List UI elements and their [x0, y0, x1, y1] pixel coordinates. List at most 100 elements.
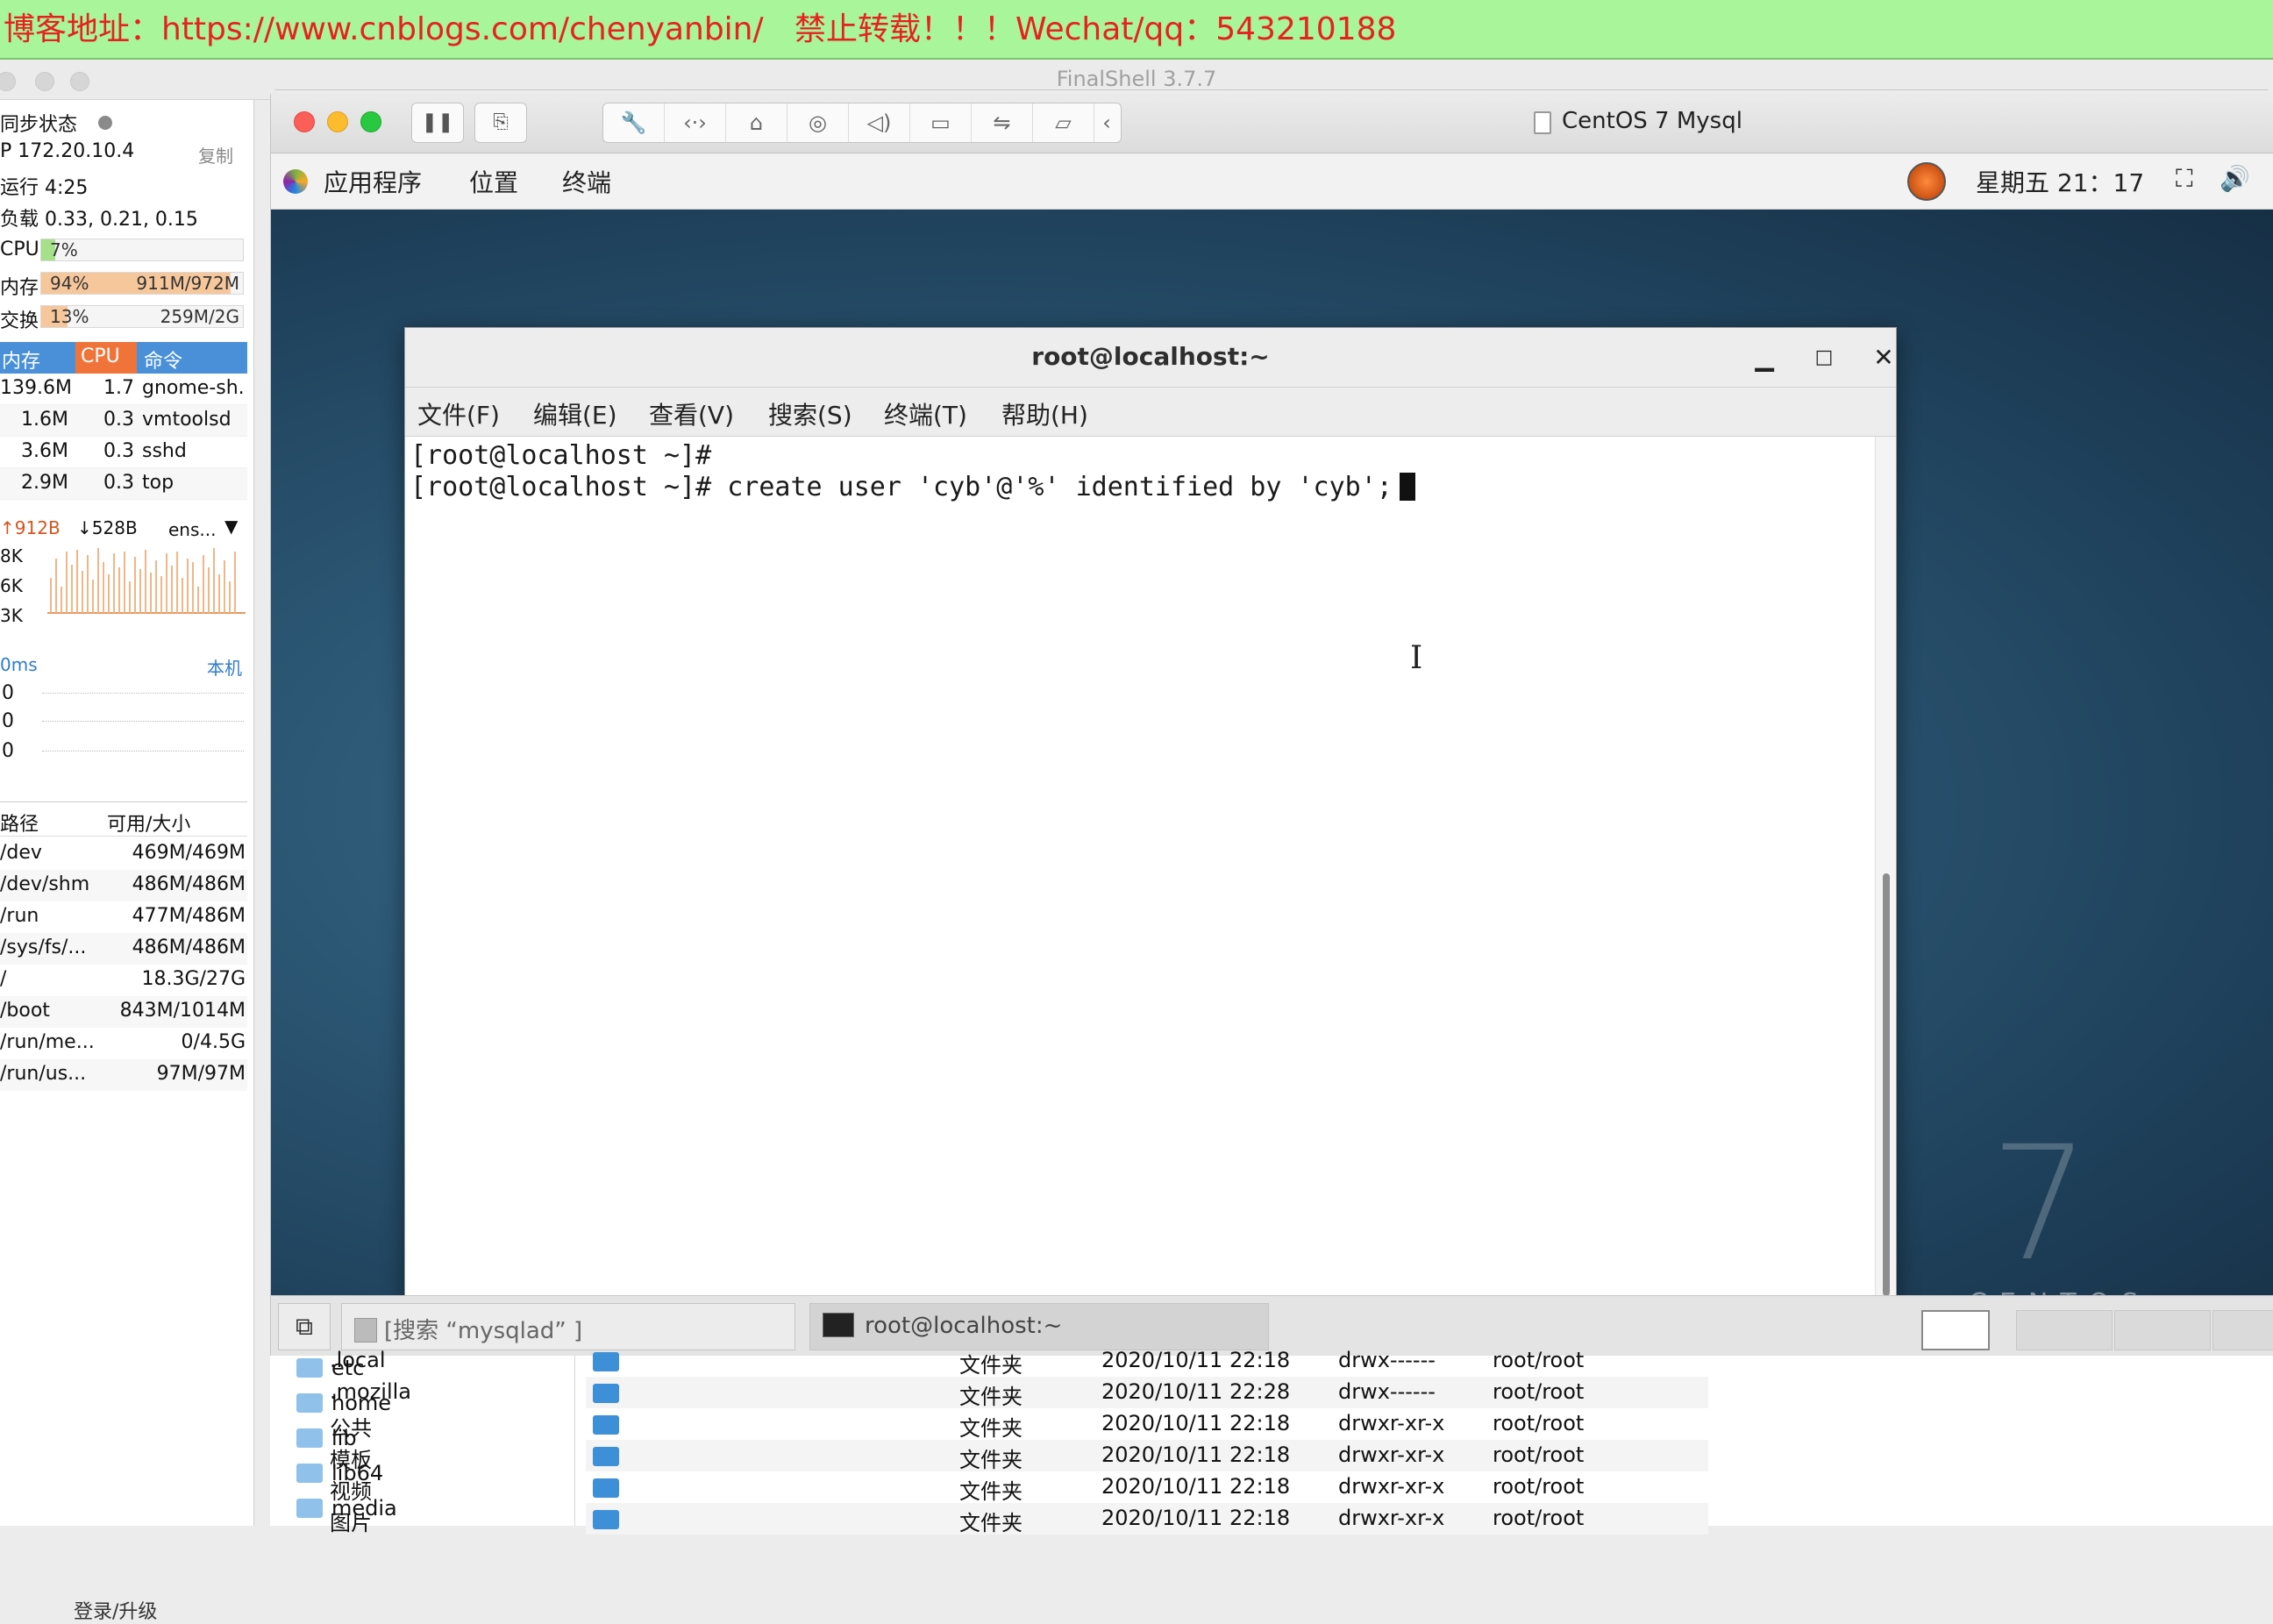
- terminal-output[interactable]: [root@localhost ~]# [root@localhost ~]# …: [405, 437, 1875, 1295]
- terminal-menu-edit[interactable]: 编辑(E): [533, 396, 617, 431]
- terminal-menu-terminal[interactable]: 终端(T): [884, 396, 967, 431]
- process-mem: 3.6M: [21, 440, 68, 462]
- vm-minimize-button[interactable]: [327, 111, 348, 132]
- document-icon: [1534, 111, 1551, 134]
- vm-device-toolbar: 🔧 ‹·› ⌂ ◎ ◁) ▭ ⇋ ▱ ‹: [602, 103, 1122, 143]
- disk-row[interactable]: /sys/fs/... 486M/486M: [0, 933, 247, 965]
- directory-tree: etc home lib lib64 media: [270, 1356, 575, 1526]
- panel-clock[interactable]: 星期五 21：17: [1976, 164, 2144, 199]
- folder-icon: [593, 1447, 619, 1466]
- menu-terminal[interactable]: 终端: [562, 164, 611, 199]
- process-col-mem[interactable]: 内存: [2, 345, 40, 374]
- window-icon: [354, 1318, 377, 1343]
- disk-col-path[interactable]: 路径: [0, 808, 39, 837]
- process-cpu: 0.3: [103, 440, 134, 462]
- speaker-icon[interactable]: ◁): [849, 103, 910, 142]
- disk-row[interactable]: /run 477M/486M: [0, 901, 247, 933]
- process-row[interactable]: 3.6M 0.3 sshd: [0, 437, 247, 468]
- disk-size: 486M/486M: [132, 937, 246, 958]
- terminal-menu-search[interactable]: 搜索(S): [768, 396, 852, 431]
- menu-places[interactable]: 位置: [469, 164, 518, 199]
- terminal-scrollbar[interactable]: [1875, 437, 1896, 1295]
- menu-applications[interactable]: 应用程序: [324, 164, 422, 199]
- ping-host[interactable]: 本机: [207, 654, 242, 680]
- terminal-menu-help[interactable]: 帮助(H): [1001, 396, 1088, 431]
- folder-icon: [296, 1358, 323, 1378]
- net-tick-label: 6K: [0, 575, 23, 596]
- terminal-minimize-icon[interactable]: ▁: [1747, 340, 1782, 375]
- file-type: 文件夹: [959, 1511, 1022, 1535]
- process-row[interactable]: 139.6M 1.7 gnome-sh.: [0, 374, 247, 405]
- taskbar-terminal-window[interactable]: root@localhost:~: [809, 1303, 1269, 1350]
- file-row[interactable]: 模板 文件夹 2020/10/11 22:18 drwxr-xr-x root/root: [330, 1440, 1708, 1472]
- disk-size: 843M/1014M: [119, 1000, 246, 1022]
- workspace-2[interactable]: [2016, 1310, 2113, 1350]
- terminal-menu-file[interactable]: 文件(F): [417, 396, 500, 431]
- login-upgrade-link[interactable]: 登录/升级: [74, 1596, 157, 1624]
- process-col-command[interactable]: 命令: [144, 345, 182, 374]
- workspace-1[interactable]: [1921, 1310, 1990, 1350]
- file-name: 图片: [330, 1511, 372, 1535]
- file-name: 视频: [330, 1479, 372, 1504]
- disk-col-size[interactable]: 可用/大小: [107, 808, 190, 837]
- workspace-3[interactable]: [2114, 1310, 2211, 1350]
- taskbar-search-window[interactable]: [搜索 “mysqlad” ]: [341, 1303, 795, 1350]
- file-owner: root/root: [1493, 1442, 1585, 1467]
- file-row[interactable]: 公共 文件夹 2020/10/11 22:18 drwxr-xr-x root/root: [330, 1408, 1708, 1441]
- terminal-close-icon[interactable]: ✕: [1866, 340, 1901, 375]
- terminal-scroll-thumb[interactable]: [1883, 873, 1890, 1295]
- terminal-title-bar[interactable]: root@localhost:~ ▁ □ ✕: [405, 328, 1896, 388]
- terminal-line-current: [root@localhost ~]# create user 'cyb'@'%…: [410, 472, 1415, 502]
- process-row[interactable]: 2.9M 0.3 top: [0, 468, 247, 500]
- shared-folder-icon[interactable]: ▱: [1033, 103, 1094, 142]
- show-desktop-icon[interactable]: ⧉: [278, 1303, 331, 1350]
- file-name: 公共: [330, 1416, 372, 1441]
- process-row[interactable]: 1.6M 0.3 vmtoolsd: [0, 405, 247, 437]
- video-camera-icon[interactable]: ▭: [910, 103, 972, 142]
- hard-disk-icon[interactable]: ⌂: [726, 103, 787, 142]
- swap-usage-value: 13%: [50, 306, 89, 327]
- settings-wrench-icon[interactable]: 🔧: [603, 103, 665, 142]
- net-tick-label: 3K: [0, 605, 23, 626]
- snapshot-icon[interactable]: ⎘: [474, 103, 527, 143]
- network-icon[interactable]: ⛶: [2176, 164, 2193, 194]
- chevron-down-icon[interactable]: ▼: [224, 516, 238, 537]
- volume-icon[interactable]: 🔊: [2220, 164, 2250, 193]
- terminal-menu-view[interactable]: 查看(V): [649, 396, 734, 431]
- file-perm: drwxr-xr-x: [1338, 1442, 1445, 1467]
- file-owner: root/root: [1493, 1506, 1585, 1530]
- file-row[interactable]: 视频 文件夹 2020/10/11 22:18 drwxr-xr-x root/root: [330, 1471, 1708, 1504]
- gnome-top-panel: 应用程序 位置 终端 星期五 21：17 ⛶ 🔊: [271, 153, 2273, 210]
- file-row[interactable]: .mozilla 文件夹 2020/10/11 22:28 drwx------ roo…: [330, 1377, 1708, 1409]
- memory-usage-value: 94%: [50, 273, 89, 294]
- disk-row[interactable]: /run/me... 0/4.5G: [0, 1028, 247, 1059]
- copy-ip-button[interactable]: 复制: [198, 142, 233, 167]
- camera-icon[interactable]: ◎: [787, 103, 849, 142]
- terminal-window[interactable]: root@localhost:~ ▁ □ ✕ 文件(F) 编辑(E) 查看(V)…: [404, 327, 1897, 1295]
- chevron-left-icon[interactable]: ‹: [1091, 103, 1122, 142]
- network-arrows-icon[interactable]: ‹·›: [665, 103, 726, 142]
- file-row[interactable]: 图片 文件夹 2020/10/11 22:18 drwxr-xr-x root/root: [330, 1503, 1708, 1535]
- disk-row[interactable]: /dev 469M/469M: [0, 838, 247, 870]
- vm-title: CentOS 7 Mysql: [1562, 108, 1742, 134]
- file-type: 文件夹: [959, 1416, 1022, 1441]
- vm-close-button[interactable]: [294, 111, 315, 132]
- usb-icon[interactable]: ⇋: [972, 103, 1033, 142]
- disk-row[interactable]: /run/us... 97M/97M: [0, 1059, 247, 1091]
- file-owner: root/root: [1493, 1411, 1585, 1435]
- terminal-maximize-icon[interactable]: □: [1806, 340, 1842, 375]
- disk-row[interactable]: /dev/shm 486M/486M: [0, 870, 247, 901]
- process-col-cpu[interactable]: CPU: [75, 342, 137, 374]
- pause-icon[interactable]: ❚❚: [411, 103, 464, 143]
- workspace-4[interactable]: [2212, 1310, 2273, 1350]
- disk-row[interactable]: / 18.3G/27G: [0, 965, 247, 996]
- disk-row[interactable]: /boot 843M/1014M: [0, 996, 247, 1028]
- ping-tick-label: 0: [2, 710, 14, 732]
- vm-zoom-button[interactable]: [360, 111, 381, 132]
- update-notifier-icon[interactable]: [1907, 162, 1946, 201]
- net-interface-select[interactable]: ens...: [168, 519, 216, 540]
- vm-window: ❚❚ ⎘ 🔧 ‹·› ⌂ ◎ ◁) ▭ ⇋ ▱ ‹ CentOS 7 Mysql…: [270, 89, 2273, 1357]
- net-tick-label: 8K: [0, 545, 23, 566]
- file-row[interactable]: .local 文件夹 2020/10/11 22:18 drwx------ root/…: [330, 1345, 1708, 1378]
- file-date: 2020/10/11 22:18: [1101, 1442, 1291, 1467]
